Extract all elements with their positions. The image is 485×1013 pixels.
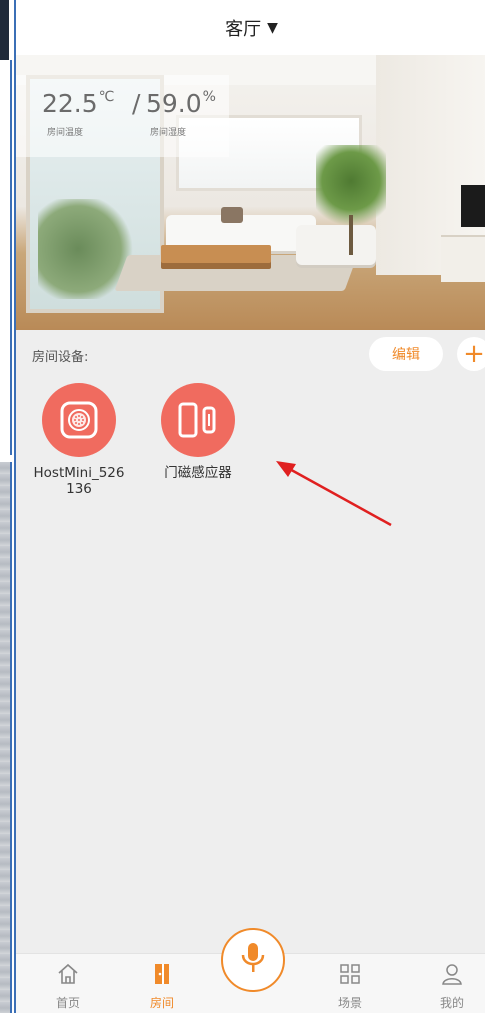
app-screen: 客厅 ▼ 22.5℃ / 59.0% 房间温度 房间湿度 房间设备: 编辑 + xyxy=(14,0,485,1013)
room-selector[interactable]: 客厅 ▼ xyxy=(16,0,485,55)
room-photo: 22.5℃ / 59.0% 房间温度 房间湿度 xyxy=(16,55,485,330)
add-device-button[interactable]: + xyxy=(457,337,485,371)
annotation-arrow xyxy=(276,461,392,527)
device-name: 门磁感应器 xyxy=(164,465,232,481)
hub-speaker-icon xyxy=(42,383,116,457)
nav-item-home[interactable]: 首页 xyxy=(33,962,103,1011)
nav-item-scene[interactable]: 场景 xyxy=(315,962,385,1011)
nav-label: 我的 xyxy=(439,996,464,1010)
temperature-unit: ℃ xyxy=(98,89,115,105)
caret-down-icon: ▼ xyxy=(267,19,278,36)
nav-item-room[interactable]: 房间 xyxy=(127,962,197,1011)
device-item-door-sensor[interactable]: 门磁感应器 xyxy=(138,383,258,481)
home-icon xyxy=(33,962,103,986)
desktop-bar xyxy=(0,0,9,60)
humidity-label: 房间湿度 xyxy=(150,128,187,138)
edit-button[interactable]: 编辑 xyxy=(369,337,443,371)
nav-label: 房间 xyxy=(149,996,174,1010)
device-name: HostMini_526136 xyxy=(33,465,125,497)
room-title: 客厅 xyxy=(225,18,262,40)
humidity-value: 59.0% xyxy=(146,89,216,118)
humidity-unit: % xyxy=(202,89,216,105)
climate-separator: / xyxy=(132,89,141,118)
temperature-label: 房间温度 xyxy=(47,128,84,138)
voice-button[interactable] xyxy=(221,928,285,992)
nav-label: 场景 xyxy=(337,996,362,1010)
device-item-hostmini[interactable]: HostMini_526136 xyxy=(19,383,139,497)
nav-label: 首页 xyxy=(55,996,80,1010)
door-icon xyxy=(127,962,197,986)
climate-panel: 22.5℃ / 59.0% 房间温度 房间湿度 xyxy=(16,75,229,157)
nav-item-mine[interactable]: 我的 xyxy=(417,962,485,1011)
door-sensor-icon xyxy=(161,383,235,457)
desktop-image-edge xyxy=(0,462,12,1013)
devices-section-label: 房间设备: xyxy=(32,350,89,365)
temperature-value: 22.5℃ xyxy=(42,89,115,118)
user-icon xyxy=(417,962,485,986)
grid-icon xyxy=(315,962,385,986)
microphone-icon xyxy=(239,941,267,979)
desktop-window-edge xyxy=(0,60,12,455)
